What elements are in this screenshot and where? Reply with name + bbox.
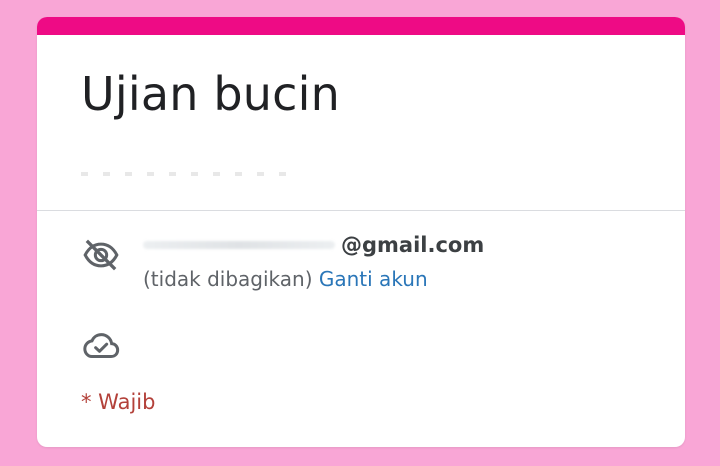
cloud-done-icon [83,333,120,358]
accent-bar [37,17,685,35]
account-text: @gmail.com (tidak dibagikan) Ganti akun [143,233,484,291]
switch-account-link[interactable]: Ganti akun [319,267,428,291]
form-header-card: Ujian bucin @gmail.com (tidak dibagikan)… [37,17,685,447]
account-row: @gmail.com (tidak dibagikan) Ganti akun [81,233,484,291]
required-note: * Wajib [81,390,156,414]
eye-off-icon [83,239,119,271]
account-email: @gmail.com [143,233,484,257]
divider [37,210,685,211]
email-domain: @gmail.com [341,233,485,257]
description-placeholder [81,172,291,176]
account-subtitle: (tidak dibagikan) Ganti akun [143,267,484,291]
form-title: Ujian bucin [81,67,340,121]
email-redacted [143,241,335,249]
not-shared-label: (tidak dibagikan) [143,267,313,291]
